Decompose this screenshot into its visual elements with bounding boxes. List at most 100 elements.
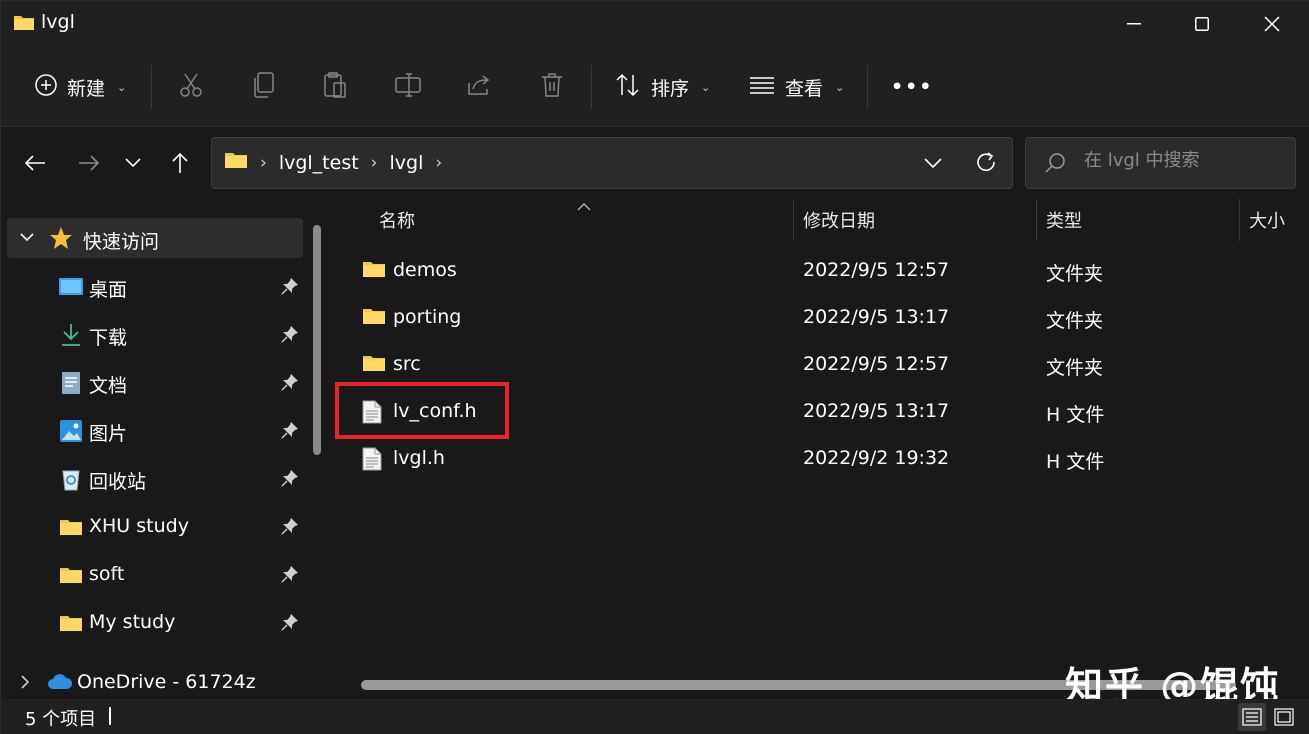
sidebar-item-label: 快速访问 — [83, 231, 160, 253]
column-divider[interactable] — [1239, 199, 1240, 241]
search-box[interactable] — [1025, 137, 1296, 189]
file-row[interactable]: porting 2022/9/5 13:17 文件夹 — [335, 294, 1309, 341]
chevron-right-icon[interactable] — [19, 673, 31, 695]
pin-icon[interactable] — [281, 613, 299, 635]
pin-icon[interactable] — [281, 373, 299, 395]
view-button[interactable]: 查看 ⌄ — [749, 67, 844, 107]
sort-button[interactable]: 排序 ⌄ — [615, 67, 710, 107]
new-button[interactable]: 新建 ⌄ — [35, 67, 126, 107]
sidebar-item-label: soft — [89, 563, 125, 585]
pin-icon[interactable] — [281, 277, 299, 299]
pin-icon[interactable] — [281, 421, 299, 443]
folder-icon — [362, 353, 386, 377]
picture-icon — [59, 419, 83, 443]
chevron-down-icon[interactable] — [19, 228, 35, 250]
desktop-icon — [59, 275, 83, 299]
sidebar-item-soft[interactable]: soft — [1, 555, 311, 595]
folder-icon — [13, 12, 35, 36]
file-date: 2022/9/2 19:32 — [803, 447, 950, 469]
sidebar-item-label: 回收站 — [89, 471, 147, 493]
close-button[interactable] — [1237, 1, 1307, 47]
arrow-left-icon — [24, 155, 45, 171]
rename-icon — [395, 72, 421, 102]
delete-icon — [541, 72, 563, 102]
star-icon — [49, 226, 73, 254]
back-button[interactable] — [17, 145, 53, 181]
column-header-name[interactable]: 名称 — [379, 207, 415, 243]
chevron-right-icon[interactable]: › — [435, 153, 442, 173]
sidebar-item-xhu-study[interactable]: XHU study — [1, 507, 311, 547]
file-date: 2022/9/5 13:17 — [803, 306, 950, 328]
address-bar[interactable]: › lvgl_test › lvgl › — [211, 137, 1013, 189]
column-header-size[interactable]: 大小 — [1249, 207, 1285, 243]
sidebar-scrollbar-thumb[interactable] — [313, 225, 321, 455]
up-button[interactable] — [162, 145, 198, 181]
minimize-button[interactable] — [1099, 1, 1169, 47]
file-row[interactable]: lvgl.h 2022/9/2 19:32 H 文件 — [335, 435, 1309, 482]
large-icons-view-button[interactable] — [1270, 703, 1298, 731]
breadcrumb-item[interactable]: lvgl — [389, 152, 423, 174]
recent-locations-button[interactable] — [115, 145, 151, 181]
chevron-down-icon[interactable] — [924, 151, 942, 179]
sidebar-item-quick-access[interactable]: 快速访问 — [7, 218, 303, 258]
sidebar-item-label: 图片 — [89, 423, 128, 445]
sidebar-item-documents[interactable]: 文档 — [1, 363, 311, 403]
breadcrumb-item[interactable]: lvgl_test — [279, 152, 359, 174]
share-button[interactable] — [467, 67, 491, 107]
chevron-down-icon: ⌄ — [835, 80, 845, 94]
sidebar-item-recycle-bin[interactable]: 回收站 — [1, 459, 311, 499]
refresh-icon[interactable] — [974, 149, 998, 179]
sidebar-item-onedrive[interactable]: OneDrive - 61724z — [1, 665, 311, 701]
details-view-icon — [1242, 708, 1262, 726]
pin-icon[interactable] — [281, 565, 299, 587]
item-count: 5 个项目 — [25, 709, 97, 730]
sort-label: 排序 — [651, 77, 690, 100]
file-type: 文件夹 — [1046, 263, 1104, 285]
delete-button[interactable] — [541, 67, 563, 107]
pin-icon[interactable] — [281, 517, 299, 539]
column-divider[interactable] — [1036, 199, 1037, 241]
window-title: lvgl — [41, 11, 75, 33]
chevron-right-icon: › — [370, 152, 378, 173]
sidebar-item-desktop[interactable]: 桌面 — [1, 267, 311, 307]
pin-icon[interactable] — [281, 469, 299, 491]
sidebar-item-pictures[interactable]: 图片 — [1, 411, 311, 451]
sidebar-item-downloads[interactable]: 下载 — [1, 315, 311, 355]
search-input[interactable] — [1084, 150, 1284, 171]
sidebar-item-my-study[interactable]: My study — [1, 603, 311, 643]
title-bar: lvgl — [1, 1, 1309, 47]
chevron-down-icon: ⌄ — [117, 80, 127, 94]
breadcrumb: › lvgl_test › lvgl › — [224, 150, 442, 175]
sidebar-item-label: 下载 — [89, 327, 128, 349]
more-options-button[interactable]: ••• — [891, 67, 933, 107]
sidebar-item-label: My study — [89, 611, 176, 633]
toolbar-divider — [867, 65, 868, 109]
file-name: lvgl.h — [393, 447, 445, 469]
details-view-button[interactable] — [1238, 703, 1266, 731]
file-type: H 文件 — [1046, 451, 1105, 473]
cut-icon — [179, 72, 203, 103]
sidebar-item-label: 桌面 — [89, 279, 128, 301]
file-row[interactable]: demos 2022/9/5 12:57 文件夹 — [335, 247, 1309, 294]
column-header-date[interactable]: 修改日期 — [803, 207, 875, 243]
navigation-pane: 快速访问 桌面 下载 文档 图片 回收站 XHU study soft My s… — [1, 199, 331, 699]
cut-button[interactable] — [179, 67, 203, 107]
rename-button[interactable] — [395, 67, 421, 107]
column-header-type[interactable]: 类型 — [1046, 207, 1082, 243]
folder-icon — [362, 259, 386, 283]
file-type: 文件夹 — [1046, 357, 1104, 379]
copy-button[interactable] — [253, 67, 275, 107]
arrow-right-icon — [79, 155, 100, 171]
sidebar-item-label: 文档 — [89, 375, 128, 397]
more-label: ••• — [891, 76, 934, 98]
search-icon — [1044, 152, 1066, 178]
chevron-right-icon: › — [260, 152, 267, 173]
forward-button[interactable] — [71, 145, 107, 181]
paste-button[interactable] — [323, 67, 347, 107]
file-explorer-window: lvgl 新建 ⌄ 排序 ⌄ 查看 ⌄ ••• › lvgl_test › lv… — [0, 0, 1309, 734]
file-date: 2022/9/5 12:57 — [803, 353, 950, 375]
pin-icon[interactable] — [281, 325, 299, 347]
maximize-button[interactable] — [1167, 1, 1237, 47]
column-divider[interactable] — [793, 199, 794, 241]
file-row[interactable]: src 2022/9/5 12:57 文件夹 — [335, 341, 1309, 388]
